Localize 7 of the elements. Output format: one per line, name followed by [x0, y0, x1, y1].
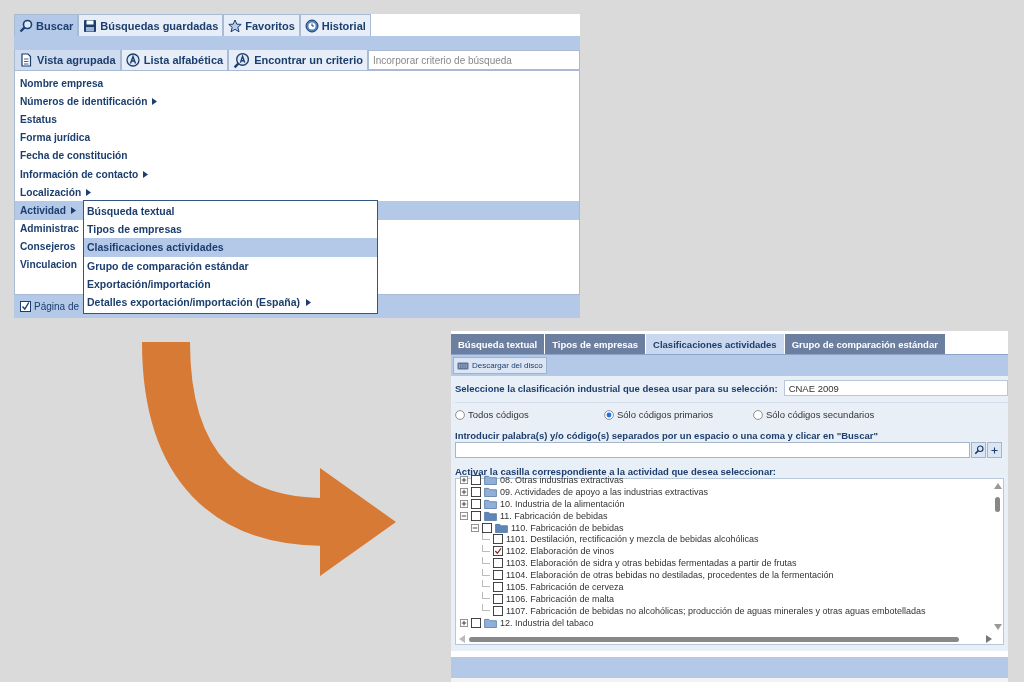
checkbox-label: Página de — [34, 301, 80, 312]
keyword-label: Introducir palabra(s) y/o código(s) separados por un espacio o una coma y clicar en "Buscar" — [455, 430, 879, 441]
tree-label: Activar la casilla correspondiente a la actividad que desea seleccionar: — [455, 466, 778, 477]
classification-label: Seleccione la clasificación industrial que desea usar para su selección: — [455, 382, 778, 394]
radio-label: Sólo códigos secundarios — [766, 409, 875, 420]
radio-label: Sólo códigos primarios — [617, 409, 714, 420]
radio-label: Todos códigos — [468, 409, 529, 420]
